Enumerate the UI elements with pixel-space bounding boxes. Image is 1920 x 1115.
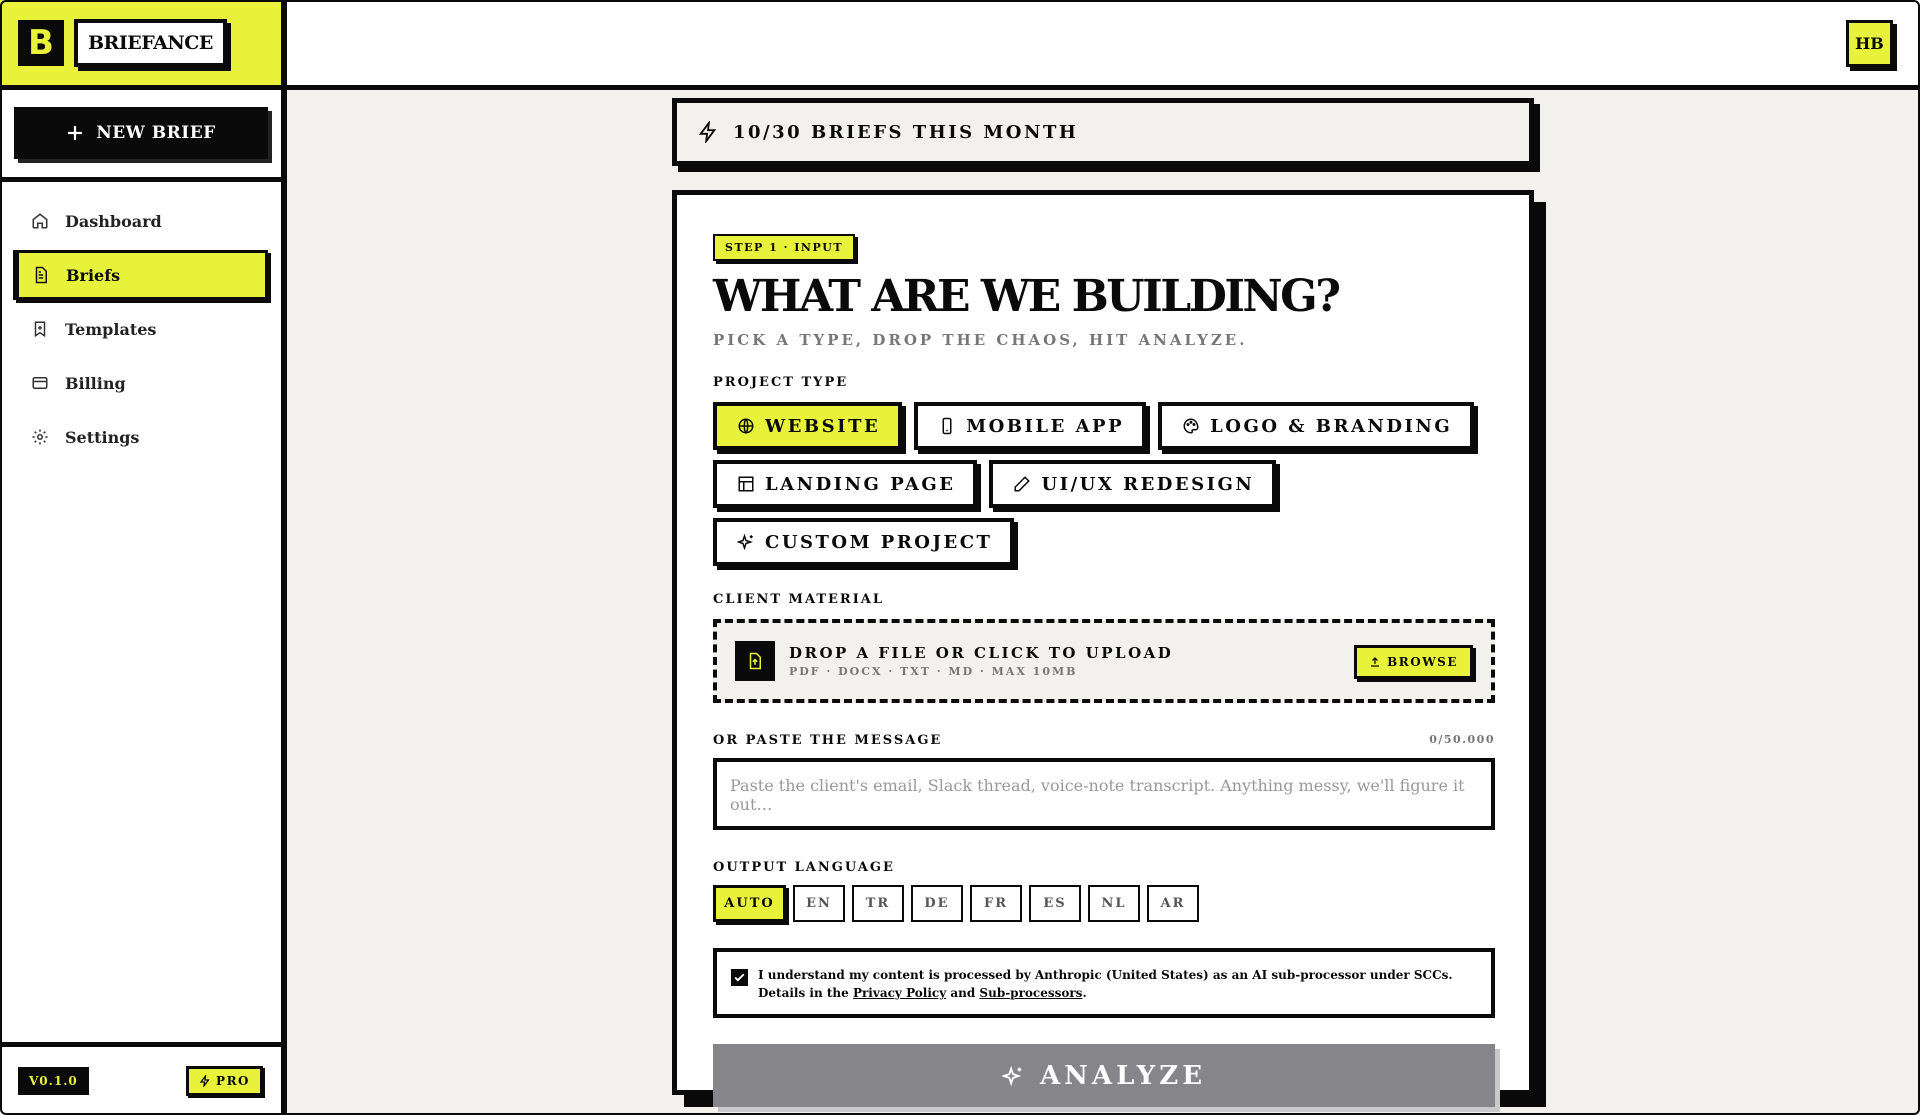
sidebar: B BRIEFANCE NEW BRIEF Dashboard Briefs T… — [0, 0, 287, 1115]
language-selector: AUTO EN TR DE FR ES NL AR — [713, 885, 1495, 923]
card-icon — [32, 377, 48, 389]
sidebar-item-label: Billing — [65, 373, 126, 393]
brand-logo-icon: B — [18, 19, 64, 66]
phone-icon — [942, 418, 952, 435]
sparkles-icon — [1001, 1065, 1022, 1087]
language-option-nl[interactable]: NL — [1088, 885, 1140, 923]
consent-and: and — [946, 985, 980, 1000]
paste-label: OR PASTE THE MESSAGE — [713, 733, 943, 749]
project-type-custom-project[interactable]: CUSTOM PROJECT — [713, 518, 1015, 567]
consent-checkbox[interactable] — [731, 969, 748, 987]
dropzone-hint: PDF · DOCX · TXT · MD · MAX 10MB — [789, 665, 1078, 679]
brand[interactable]: B BRIEFANCE — [0, 0, 281, 90]
analyze-label: ANALYZE — [1039, 1060, 1207, 1091]
project-type-label: CUSTOM PROJECT — [765, 531, 993, 553]
project-type-label: WEBSITE — [765, 415, 881, 437]
plan-label: PRO — [216, 1074, 250, 1088]
consent-end: . — [1082, 985, 1087, 1000]
new-brief-button[interactable]: NEW BRIEF — [14, 107, 268, 159]
consent-box: I understand my content is processed by … — [713, 948, 1495, 1019]
file-dropzone[interactable]: DROP A FILE OR CLICK TO UPLOAD PDF · DOC… — [713, 619, 1495, 704]
bolt-icon — [199, 1075, 210, 1087]
top-bar: HB — [287, 0, 1920, 90]
palette-icon — [1183, 418, 1199, 434]
sidebar-footer: V0.1.0 PRO — [0, 1042, 281, 1115]
language-option-es[interactable]: ES — [1029, 885, 1081, 923]
language-option-tr[interactable]: TR — [852, 885, 904, 923]
check-icon — [734, 973, 745, 982]
project-type-landing-page[interactable]: LANDING PAGE — [713, 460, 978, 509]
project-type-ui-ux-redesign[interactable]: UI/UX REDESIGN — [989, 460, 1277, 509]
sub-processors-link[interactable]: Sub-processors — [979, 986, 1082, 1000]
sidebar-item-settings[interactable]: Settings — [13, 412, 268, 462]
gear-icon — [32, 429, 48, 445]
project-type-website[interactable]: WEBSITE — [713, 402, 903, 451]
sidebar-nav: Dashboard Briefs Templates Billing Setti… — [0, 182, 281, 462]
message-textarea[interactable]: Paste the client's email, Slack thread, … — [713, 758, 1495, 831]
avatar[interactable]: HB — [1846, 20, 1893, 67]
output-language-label: OUTPUT LANGUAGE — [713, 860, 895, 876]
project-type-label: LOGO & BRANDING — [1210, 415, 1453, 437]
consent-text: I understand my content is processed by … — [758, 967, 1477, 1002]
sidebar-item-label: Templates — [65, 319, 157, 339]
page-subtitle: PICK A TYPE, DROP THE CHAOS, HIT ANALYZE… — [713, 331, 1248, 350]
sidebar-item-templates[interactable]: Templates — [13, 304, 268, 354]
language-option-fr[interactable]: FR — [970, 885, 1022, 923]
project-type-label: UI/UX REDESIGN — [1041, 473, 1255, 495]
language-option-ar[interactable]: AR — [1147, 885, 1199, 923]
language-option-de[interactable]: DE — [911, 885, 963, 923]
page-title: WHAT ARE WE BUILDING? — [713, 271, 1341, 322]
project-type-logo-branding[interactable]: LOGO & BRANDING — [1158, 402, 1475, 451]
client-material-label: CLIENT MATERIAL — [713, 592, 885, 608]
pencil-icon — [1014, 476, 1031, 492]
quota-text: 10/30 BRIEFS THIS MONTH — [733, 121, 1079, 143]
step-badge: STEP 1 · INPUT — [713, 234, 856, 261]
browse-label: BROWSE — [1387, 655, 1458, 670]
sparkles-icon — [737, 534, 753, 551]
plan-badge[interactable]: PRO — [186, 1066, 263, 1096]
document-icon — [35, 266, 47, 284]
plus-icon — [68, 126, 83, 140]
brand-name: BRIEFANCE — [74, 18, 227, 67]
sidebar-item-billing[interactable]: Billing — [13, 358, 268, 408]
dropzone-text: DROP A FILE OR CLICK TO UPLOAD PDF · DOC… — [789, 644, 1173, 678]
version-badge: V0.1.0 — [18, 1067, 89, 1095]
layout-icon — [738, 476, 754, 492]
project-type-label: LANDING PAGE — [765, 473, 956, 495]
new-brief-label: NEW BRIEF — [96, 123, 216, 143]
project-type-mobile-app[interactable]: MOBILE APP — [914, 402, 1147, 451]
paste-header: OR PASTE THE MESSAGE 0/50.000 — [713, 733, 1495, 748]
home-icon — [32, 213, 48, 229]
file-upload-icon — [735, 641, 775, 682]
sidebar-item-label: Dashboard — [65, 211, 162, 231]
character-counter: 0/50.000 — [1429, 733, 1495, 747]
language-option-en[interactable]: EN — [793, 885, 845, 923]
sidebar-item-dashboard[interactable]: Dashboard — [13, 196, 268, 246]
project-type-label: PROJECT TYPE — [713, 375, 849, 391]
globe-icon — [738, 418, 754, 434]
sidebar-item-briefs[interactable]: Briefs — [13, 250, 268, 300]
quota-banner: 10/30 BRIEFS THIS MONTH — [672, 98, 1534, 166]
upload-icon — [1371, 657, 1380, 668]
project-type-label: MOBILE APP — [966, 415, 1125, 437]
bookmark-icon — [34, 321, 46, 338]
privacy-policy-link[interactable]: Privacy Policy — [853, 986, 946, 1000]
sidebar-item-label: Briefs — [66, 265, 121, 285]
bolt-icon — [698, 121, 717, 143]
new-brief-container: NEW BRIEF — [0, 90, 281, 182]
browse-button[interactable]: BROWSE — [1354, 645, 1473, 680]
brief-input-card: STEP 1 · INPUT WHAT ARE WE BUILDING? PIC… — [672, 190, 1534, 1108]
sidebar-item-label: Settings — [65, 427, 140, 447]
project-type-group: WEBSITE MOBILE APP LOGO & BRANDING LANDI… — [713, 402, 1503, 567]
analyze-button[interactable]: ANALYZE — [713, 1044, 1495, 1108]
dropzone-title: DROP A FILE OR CLICK TO UPLOAD — [789, 644, 1174, 663]
language-option-auto[interactable]: AUTO — [713, 885, 786, 923]
